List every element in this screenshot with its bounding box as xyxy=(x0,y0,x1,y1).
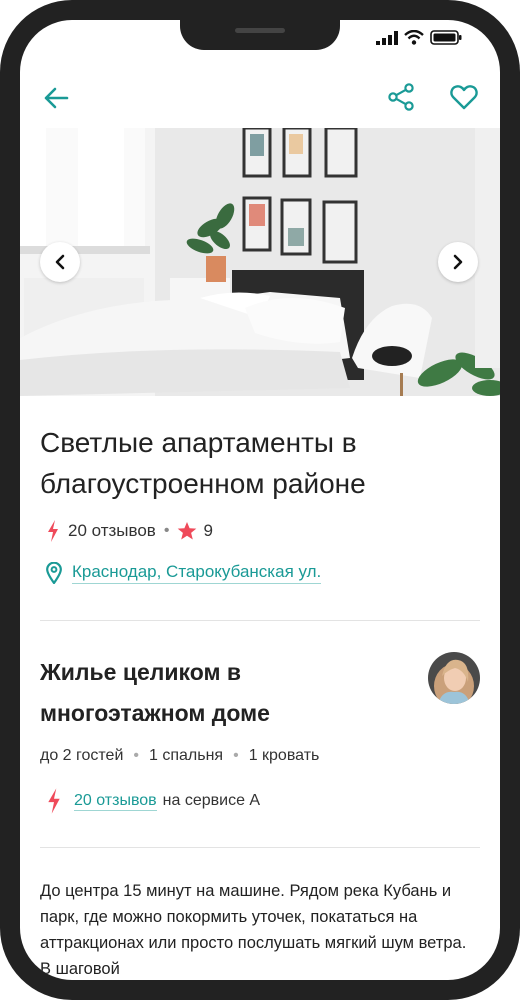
map-pin-icon xyxy=(46,562,62,584)
rating-value: 9 xyxy=(203,521,213,540)
notch xyxy=(180,20,340,50)
prev-photo-button[interactable] xyxy=(40,242,80,282)
star-icon xyxy=(178,522,197,540)
wifi-icon xyxy=(404,30,424,45)
location-link[interactable]: Краснодар, Старокубанская ул. xyxy=(72,562,322,584)
bedroom-photo xyxy=(20,128,500,396)
chevron-left-icon xyxy=(55,254,65,270)
favorite-button[interactable] xyxy=(448,82,480,112)
cellular-signal-icon xyxy=(376,30,398,45)
beds-count: 1 кровать xyxy=(248,747,320,764)
screen: Светлые апартаменты в благоустроенном ра… xyxy=(20,20,500,980)
separator-dot: • xyxy=(133,747,139,764)
host-avatar[interactable] xyxy=(428,652,480,704)
bedrooms-count: 1 спальня xyxy=(149,747,224,764)
listing-title: Светлые апартаменты в благоустроенном ра… xyxy=(40,427,366,499)
chevron-right-icon xyxy=(453,254,463,270)
battery-icon xyxy=(430,30,462,45)
phone-frame: Светлые апартаменты в благоустроенном ра… xyxy=(0,0,520,1000)
divider xyxy=(40,620,480,621)
lightning-icon xyxy=(48,520,58,542)
separator-dot: • xyxy=(163,522,170,539)
location-row[interactable]: Краснодар, Старокубанская ул. xyxy=(46,562,322,584)
reviews-link[interactable]: 20 отзывов xyxy=(74,792,157,811)
reviews-source: на сервисе А xyxy=(162,791,261,809)
back-button[interactable] xyxy=(40,84,72,112)
arrow-left-icon xyxy=(44,87,69,109)
guests-count: до 2 гостей xyxy=(40,747,124,764)
next-photo-button[interactable] xyxy=(438,242,478,282)
status-bar xyxy=(376,30,462,45)
capacity-row: до 2 гостей • 1 спальня • 1 кровать xyxy=(40,747,319,765)
separator-dot: • xyxy=(233,747,239,764)
reviews-row: 20 отзывов на сервисе А xyxy=(46,788,260,814)
share-button[interactable] xyxy=(386,82,416,112)
listing-meta: 20 отзывов • 9 xyxy=(40,520,213,542)
speaker xyxy=(235,28,285,33)
reviews-count: 20 отзывов xyxy=(68,521,156,540)
listing-description: До центра 15 минут на машине. Рядом река… xyxy=(40,882,467,978)
listing-photo xyxy=(20,128,500,396)
lightning-icon xyxy=(48,788,60,814)
host-photo xyxy=(428,652,480,704)
heart-icon xyxy=(450,85,478,110)
top-bar xyxy=(20,72,500,124)
share-icon xyxy=(388,83,414,111)
property-type-heading: Жилье целиком в многоэтажном доме xyxy=(40,659,270,726)
divider xyxy=(40,847,480,848)
